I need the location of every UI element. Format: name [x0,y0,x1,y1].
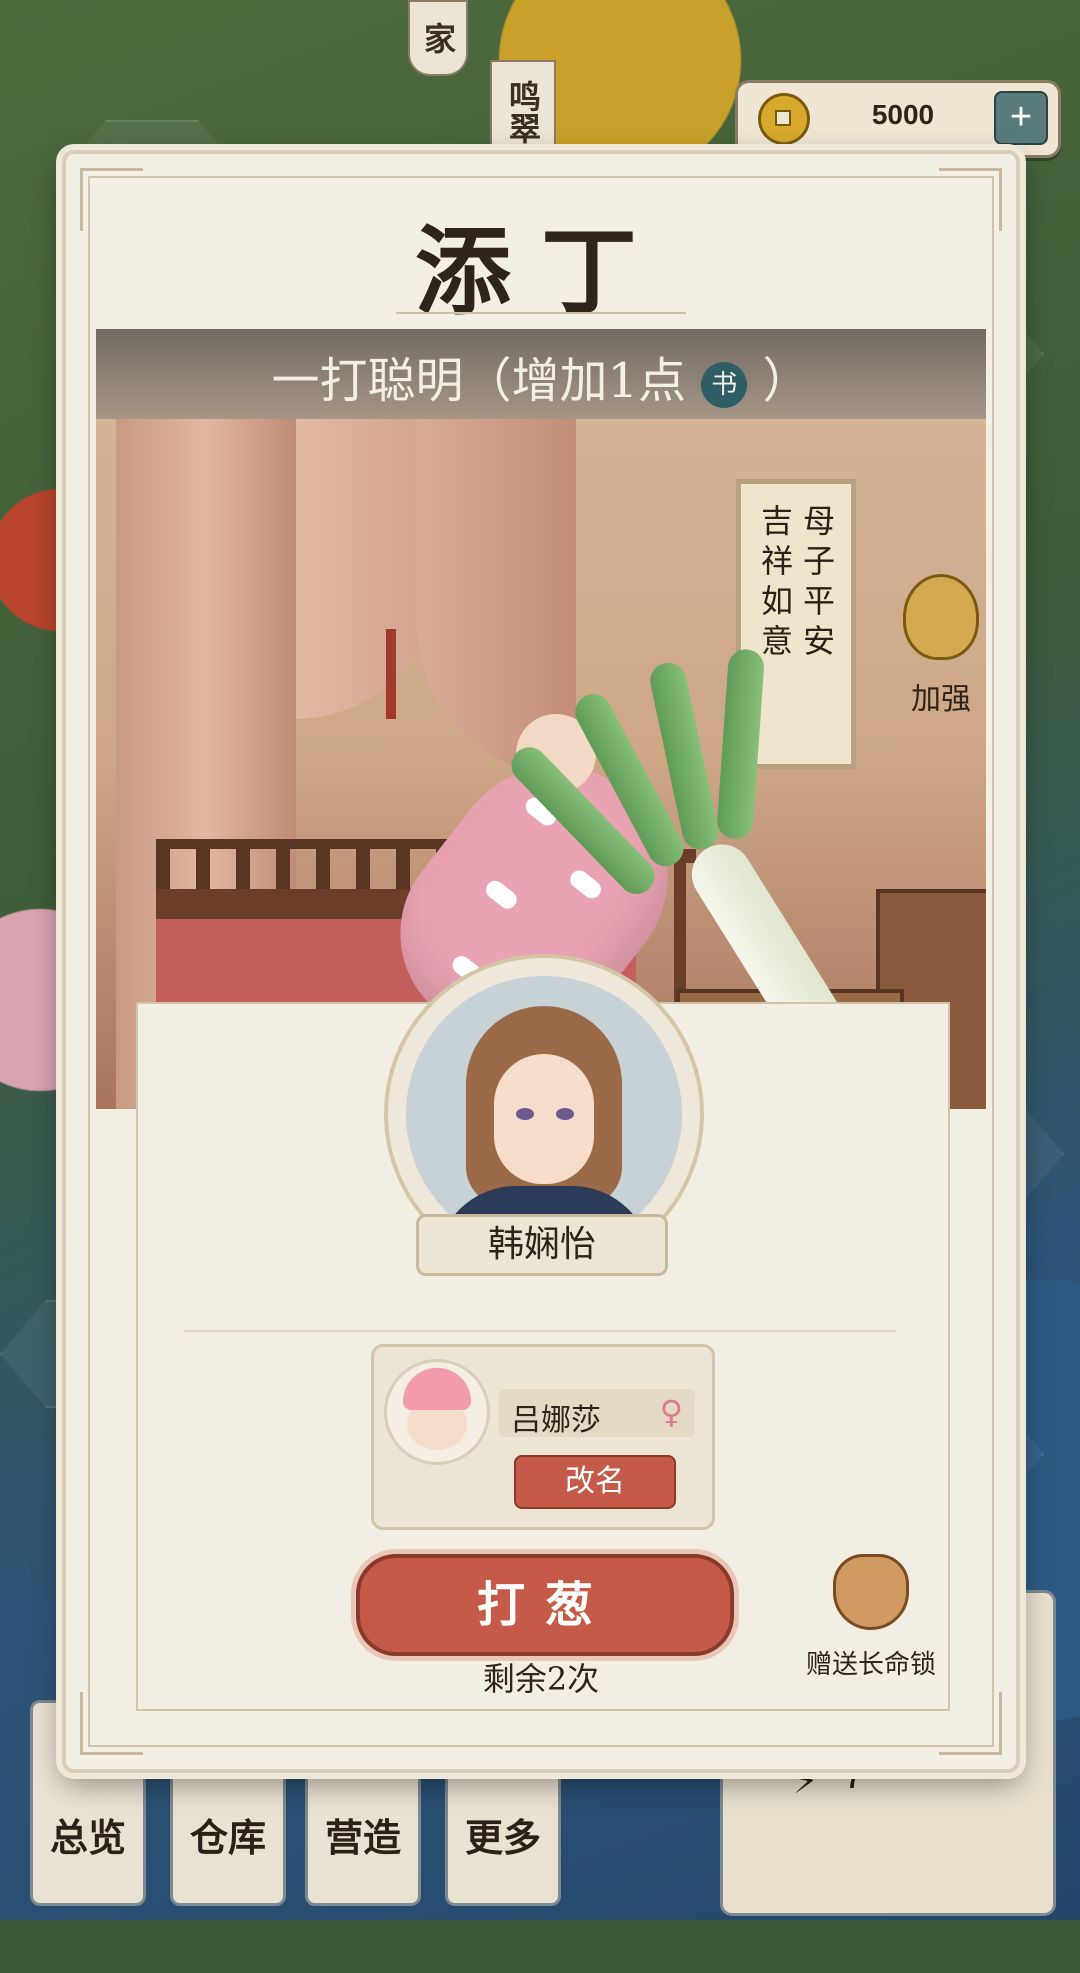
portrait-eye [516,1108,534,1120]
female-icon: ♀ [659,1393,683,1431]
subtitle-banner: 一打聪明（增加1点 书 ） [96,329,986,419]
add-child-dialog: 添丁 吉祥如意 母子平安 加强 一打聪明（增加1点 书 ） 韩娴怡 吕娜莎 ♀ … [62,150,1020,1773]
add-coins-button[interactable]: + [994,91,1048,145]
hanging-tassel [386,629,396,719]
dialog-subtitle: 一打聪明（增加1点 书 ） [96,341,986,411]
gift-label: 赠送长命锁 [805,1650,936,1680]
portrait-eye [556,1108,574,1120]
longevity-lock-icon [833,1554,909,1630]
gourd-icon [903,574,979,660]
title-divider [396,312,686,314]
child-card: 吕娜莎 ♀ 改名 [371,1344,715,1530]
mother-portrait [406,976,682,1252]
top-tab-family[interactable]: 家 [408,0,468,76]
corner-ornament [80,1692,143,1755]
child-name: 吕娜莎 [511,1403,601,1438]
coin-value: 5000 [871,99,935,130]
child-hat [403,1368,471,1410]
gift-longevity-lock-button[interactable]: 赠送长命锁 [801,1554,941,1681]
top-tab-second[interactable]: 鸣翠 [490,60,556,164]
middle-curtain [296,419,436,719]
book-badge-icon: 书 [701,361,748,408]
enhance-button[interactable]: 加强 [886,574,986,718]
leek-leaf [716,648,766,841]
child-avatar [384,1359,490,1465]
coin-counter: 5000 + [735,80,1061,158]
hit-with-leek-button[interactable]: 打葱 [356,1554,734,1656]
child-name-box: 吕娜莎 ♀ [499,1389,695,1438]
scroll-text-right: 母子平安 [798,504,836,664]
rename-button[interactable]: 改名 [514,1455,676,1509]
scroll-text-left: 吉祥如意 [756,504,794,664]
mother-name-plate: 韩娴怡 [416,1214,668,1276]
remaining-count: 剩余2次 [482,1660,600,1698]
enhance-label: 加强 [911,682,971,717]
section-divider [184,1330,896,1332]
portrait-face [494,1054,594,1184]
subtitle-suffix: ） [762,353,811,409]
coin-icon [758,93,810,145]
subtitle-prefix: 一打聪明（增加1点 [271,353,686,409]
